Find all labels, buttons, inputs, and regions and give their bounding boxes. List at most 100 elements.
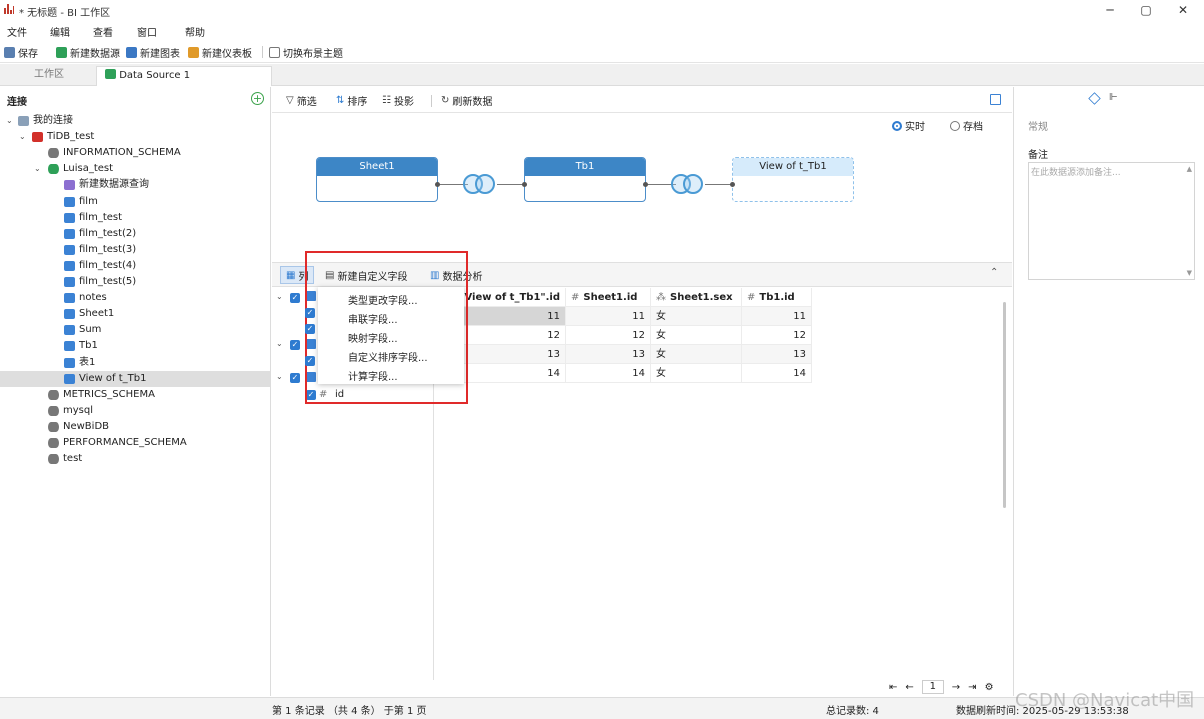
field-checkbox[interactable]: ✓ (305, 356, 315, 366)
tree-item[interactable]: 表1 (0, 355, 270, 371)
node-sheet1[interactable]: Sheet1 (316, 157, 438, 202)
query-icon (64, 180, 75, 191)
menu-item-custom-sort[interactable]: 自定义排序字段... (348, 349, 428, 364)
tree-item[interactable]: film_test(5) (0, 274, 270, 290)
main-toolbar: 保存 新建数据源 新建图表 新建仪表板 切换布景主题 (0, 41, 1204, 63)
expand-arrow-icon[interactable]: ⌄ (19, 129, 26, 145)
menu-window[interactable]: 窗口 (137, 24, 157, 39)
tree-item[interactable]: film_test(2) (0, 226, 270, 242)
page-input[interactable]: 1 (921, 680, 944, 694)
new-chart-button[interactable]: 新建图表 (126, 45, 180, 60)
expand-arrow-icon[interactable]: ⌄ (6, 113, 13, 129)
tree-item[interactable]: PERFORMANCE_SCHEMA (0, 435, 270, 451)
field-checkbox[interactable]: ✓ (305, 324, 315, 334)
filter-button[interactable]: ▽ 筛选 (286, 93, 317, 108)
grid-cell[interactable]: 女 (651, 326, 742, 345)
add-connection-button[interactable]: + (251, 92, 264, 105)
menu-edit[interactable]: 编辑 (50, 24, 70, 39)
scroll-up-icon[interactable]: ▲ (1187, 165, 1192, 173)
expand-arrow-icon[interactable]: ⌄ (34, 161, 41, 177)
menu-view[interactable]: 查看 (93, 24, 113, 39)
grid-cell[interactable]: 女 (651, 307, 742, 326)
grid-cell[interactable]: 11 (742, 307, 812, 326)
grid-cell[interactable]: 11 (566, 307, 651, 326)
vertical-scrollbar[interactable] (1003, 302, 1006, 508)
grid-cell[interactable]: 13 (742, 345, 812, 364)
maximize-button[interactable]: ▢ (1136, 2, 1156, 18)
tree-item[interactable]: NewBiDB (0, 419, 270, 435)
menu-item-concat[interactable]: 串联字段... (348, 311, 398, 326)
tree-item[interactable]: View of t_Tb1 (0, 370, 270, 387)
tree-item[interactable]: Sum (0, 322, 270, 338)
menu-item-map[interactable]: 映射字段... (348, 330, 398, 345)
field-checkbox[interactable]: ✓ (290, 293, 300, 303)
tree-item[interactable]: film_test(3) (0, 242, 270, 258)
layout-icon[interactable]: ⊩ (1109, 92, 1118, 103)
grid-cell[interactable]: 12 (742, 326, 812, 345)
tree-item[interactable]: test (0, 451, 270, 467)
node-tb1[interactable]: Tb1 (524, 157, 646, 202)
collapse-icon[interactable]: ⌃ (990, 267, 998, 278)
menu-item-change-type[interactable]: 类型更改字段... (348, 292, 418, 307)
tab-workspace[interactable]: 工作区 (26, 66, 72, 86)
scroll-down-icon[interactable]: ▼ (1187, 269, 1192, 277)
close-button[interactable]: ✕ (1173, 2, 1193, 18)
fullscreen-icon[interactable] (990, 94, 1001, 105)
column-header[interactable]: # Tb1.id (742, 288, 812, 307)
node-view[interactable]: View of t_Tb1 (732, 157, 854, 202)
archive-radio[interactable]: 存档 (950, 118, 983, 133)
minimize-button[interactable]: ─ (1100, 2, 1120, 18)
tree-item[interactable]: mysql (0, 403, 270, 419)
tree-item[interactable]: METRICS_SCHEMA (0, 387, 270, 403)
tree-item[interactable]: film_test (0, 210, 270, 226)
new-dashboard-button[interactable]: 新建仪表板 (188, 45, 252, 60)
next-page-button[interactable]: → (952, 682, 960, 693)
realtime-label: 实时 (905, 122, 925, 133)
tree-item[interactable]: notes (0, 290, 270, 306)
expand-arrow[interactable]: ⌄ (276, 292, 283, 301)
grid-cell[interactable]: 14 (742, 364, 812, 383)
refresh-button[interactable]: ↻ 刷新数据 (441, 93, 492, 108)
properties-cube-icon[interactable] (1088, 92, 1101, 105)
menu-help[interactable]: 帮助 (185, 24, 205, 39)
settings-gear-icon[interactable]: ⚙ (985, 682, 994, 693)
switch-theme-button[interactable]: 切换布景主题 (269, 45, 343, 60)
column-header[interactable]: ⁂ Sheet1.sex (651, 288, 742, 307)
save-button[interactable]: 保存 (4, 45, 38, 60)
column-header[interactable]: # Sheet1.id (566, 288, 651, 307)
grid-cell[interactable]: 12 (566, 326, 651, 345)
last-page-button[interactable]: ⇥ (968, 682, 976, 693)
tree-item[interactable]: ⌄ Luisa_test (0, 161, 270, 177)
first-page-button[interactable]: ⇤ (889, 682, 897, 693)
expand-arrow[interactable]: ⌄ (276, 339, 283, 348)
projection-button[interactable]: ☷ 投影 (382, 93, 414, 108)
tree-item[interactable]: film_test(4) (0, 258, 270, 274)
tree-item[interactable]: 新建数据源查询 (0, 177, 270, 193)
tab-datasource[interactable]: Data Source 1 (96, 66, 272, 86)
grid-cell[interactable]: 女 (651, 364, 742, 383)
app-logo-icon (4, 4, 14, 14)
notes-field[interactable]: 在此数据源添加备注... ▲ ▼ (1028, 162, 1195, 280)
tree-item[interactable]: ⌄ 我的连接 (0, 113, 270, 129)
field-checkbox[interactable]: ✓ (305, 308, 315, 318)
join-icon[interactable] (671, 174, 705, 194)
field-checkbox[interactable]: ✓ (290, 373, 300, 383)
tree-item[interactable]: film (0, 194, 270, 210)
expand-arrow[interactable]: ⌄ (276, 372, 283, 381)
tree-item[interactable]: Tb1 (0, 338, 270, 354)
menu-file[interactable]: 文件 (7, 24, 27, 39)
sort-button[interactable]: ⇅ 排序 (336, 93, 367, 108)
new-datasource-button[interactable]: 新建数据源 (56, 45, 120, 60)
tree-item[interactable]: Sheet1 (0, 306, 270, 322)
tree-item[interactable]: INFORMATION_SCHEMA (0, 145, 270, 161)
grid-cell[interactable]: 14 (566, 364, 651, 383)
realtime-radio[interactable]: 实时 (892, 118, 925, 133)
join-line (705, 184, 732, 185)
menu-item-calculated[interactable]: 计算字段... (348, 368, 398, 383)
field-checkbox[interactable]: ✓ (290, 340, 300, 350)
grid-cell[interactable]: 13 (566, 345, 651, 364)
prev-page-button[interactable]: ← (905, 682, 913, 693)
join-icon[interactable] (463, 174, 497, 194)
tree-item[interactable]: ⌄ TiDB_test (0, 129, 270, 145)
grid-cell[interactable]: 女 (651, 345, 742, 364)
